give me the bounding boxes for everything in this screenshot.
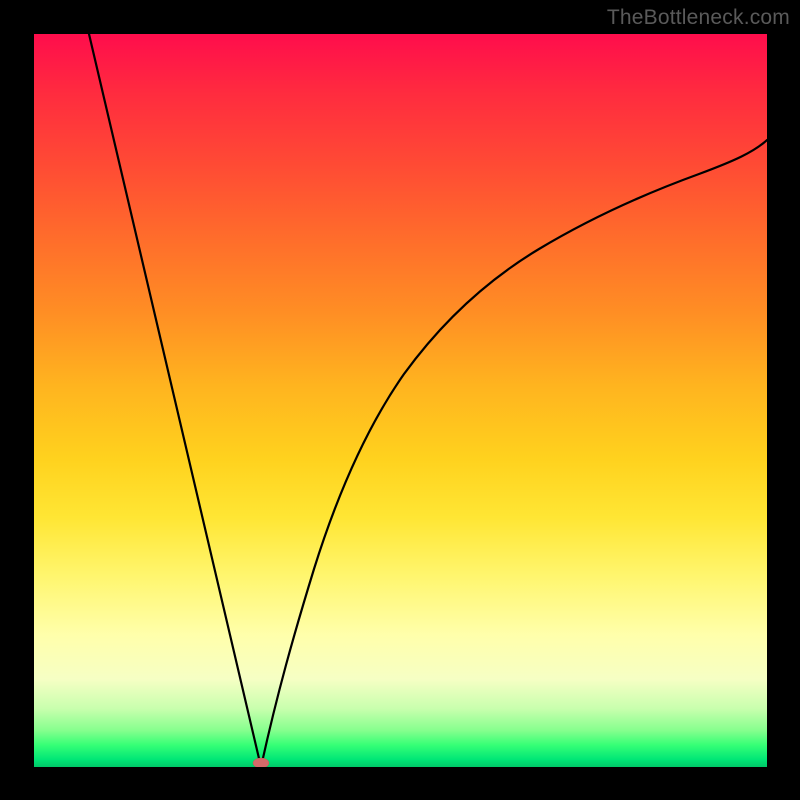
- watermark-text: TheBottleneck.com: [607, 6, 790, 30]
- curve-svg: [34, 34, 767, 767]
- curve-right-branch: [261, 140, 767, 767]
- plot-area: [34, 34, 767, 767]
- curve-left-branch: [89, 34, 261, 767]
- cusp-marker: [253, 758, 269, 767]
- chart-frame: TheBottleneck.com: [0, 0, 800, 800]
